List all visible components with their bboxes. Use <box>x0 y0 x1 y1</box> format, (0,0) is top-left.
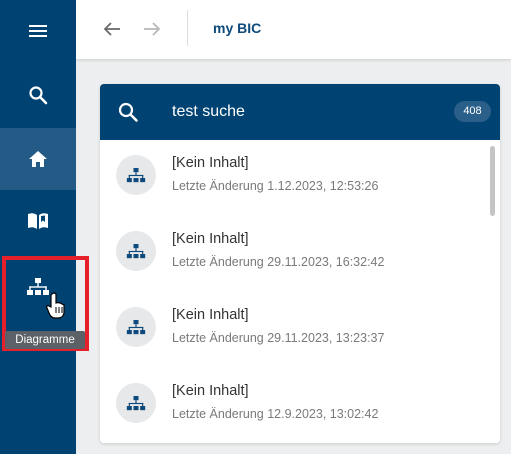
result-subtitle: Letzte Änderung 29.11.2023, 13:23:37 <box>172 331 385 345</box>
forward-button[interactable] <box>140 17 164 41</box>
top-bar: my BIC <box>76 0 511 59</box>
result-subtitle: Letzte Änderung 29.11.2023, 16:32:42 <box>172 255 385 269</box>
search-panel: 408 [Kein Inhalt] Letzte Änderung 1.12.2… <box>100 84 500 443</box>
menu-button[interactable] <box>0 0 76 62</box>
sitemap-icon <box>126 319 146 334</box>
search-input[interactable] <box>172 101 442 123</box>
result-title: [Kein Inhalt] <box>172 307 249 323</box>
sidebar-item-home[interactable] <box>0 128 76 190</box>
sidebar-item-search[interactable] <box>0 64 76 126</box>
hand-cursor-icon <box>46 292 66 325</box>
tooltip-diagrams: Diagramme <box>5 331 85 349</box>
sitemap-icon <box>126 243 146 258</box>
result-count-badge: 408 <box>454 101 491 122</box>
sitemap-icon <box>126 395 146 410</box>
arrow-left-icon <box>103 22 120 36</box>
result-title: [Kein Inhalt] <box>172 231 249 247</box>
sidebar <box>0 0 76 454</box>
home-icon <box>29 151 47 167</box>
scrollbar[interactable] <box>490 146 495 216</box>
breadcrumb[interactable]: my BIC <box>213 20 261 36</box>
back-button[interactable] <box>100 17 124 41</box>
divider <box>187 10 188 46</box>
sidebar-item-catalog[interactable] <box>0 190 76 252</box>
result-avatar <box>116 231 156 271</box>
result-avatar <box>116 155 156 195</box>
list-item[interactable]: [Kein Inhalt] Letzte Änderung 12.9.2023,… <box>100 368 488 443</box>
result-title: [Kein Inhalt] <box>172 383 249 399</box>
sitemap-icon <box>126 167 146 182</box>
result-avatar <box>116 307 156 347</box>
search-bar: 408 <box>100 84 500 140</box>
list-item[interactable]: [Kein Inhalt] Letzte Änderung 1.12.2023,… <box>100 140 488 216</box>
result-title: [Kein Inhalt] <box>172 155 249 171</box>
search-icon <box>29 86 48 105</box>
result-subtitle: Letzte Änderung 1.12.2023, 12:53:26 <box>172 179 379 193</box>
arrow-right-icon <box>144 22 161 36</box>
list-item[interactable]: [Kein Inhalt] Letzte Änderung 29.11.2023… <box>100 216 488 292</box>
open-book-icon <box>28 213 48 229</box>
hamburger-menu-icon <box>29 25 47 37</box>
result-list: [Kein Inhalt] Letzte Änderung 1.12.2023,… <box>100 140 500 443</box>
search-icon[interactable] <box>117 101 139 128</box>
result-subtitle: Letzte Änderung 12.9.2023, 13:02:42 <box>172 407 379 421</box>
result-avatar <box>116 383 156 423</box>
list-item[interactable]: [Kein Inhalt] Letzte Änderung 29.11.2023… <box>100 292 488 368</box>
